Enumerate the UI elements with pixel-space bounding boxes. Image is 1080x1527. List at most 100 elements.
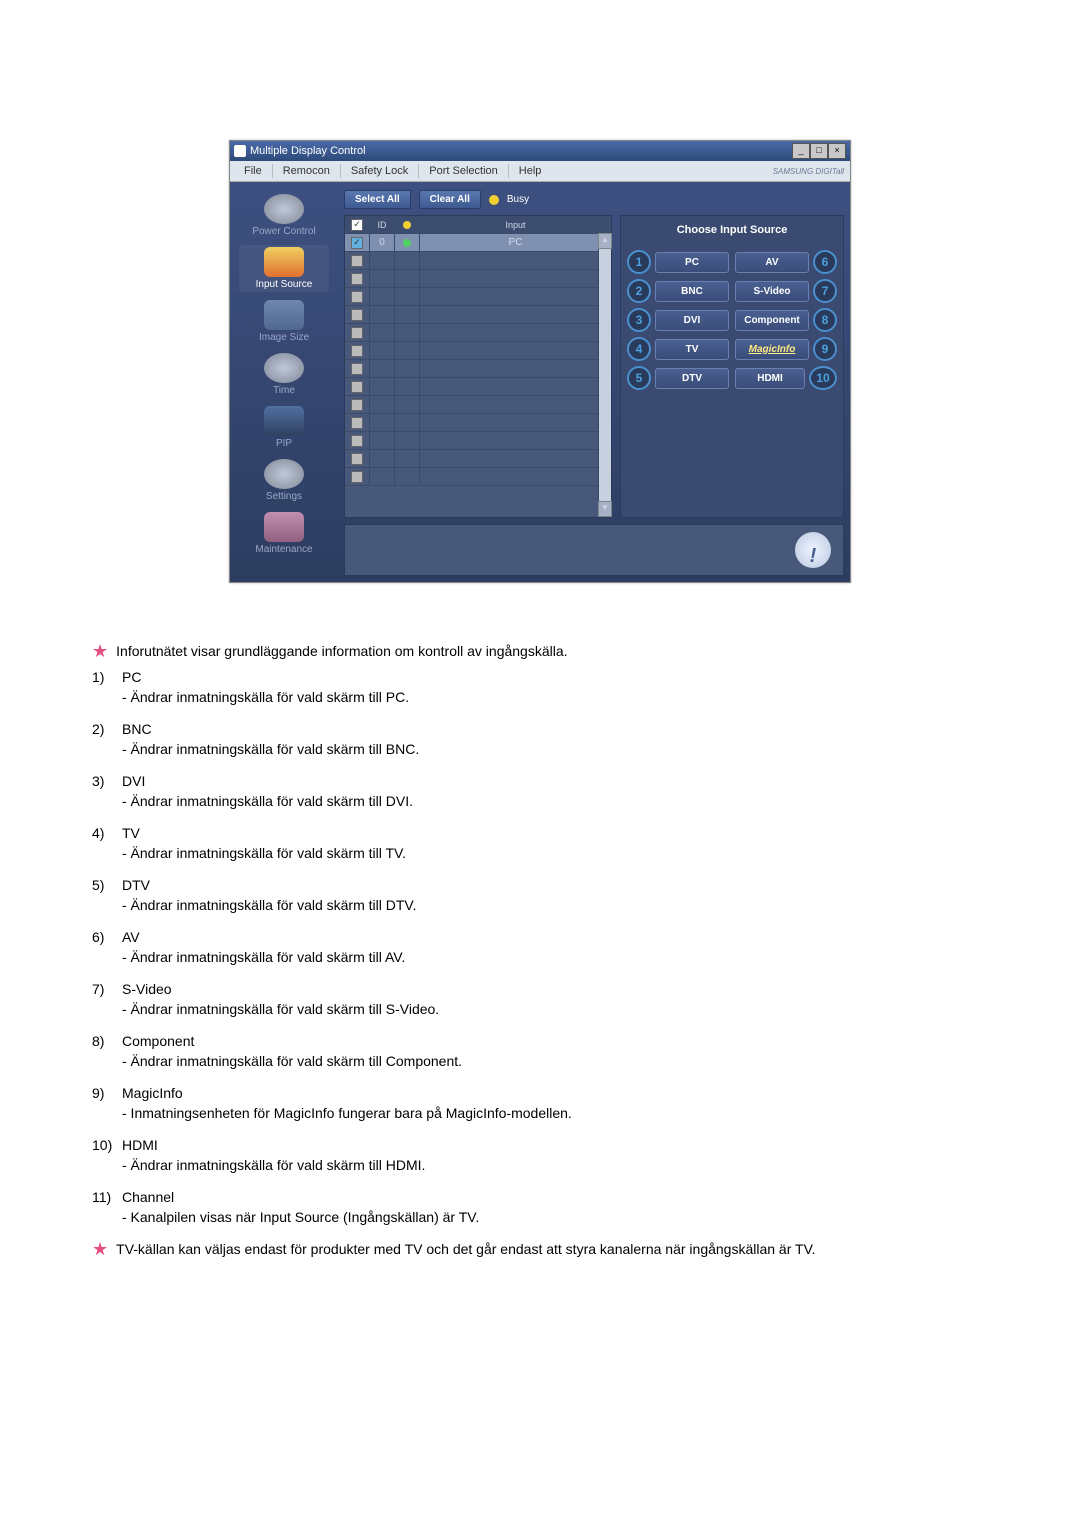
scroll-down-button[interactable]: ▼ [598,501,612,517]
grid-row-empty[interactable] [345,360,611,378]
grid-row-empty[interactable] [345,324,611,342]
grid-row-empty[interactable] [345,414,611,432]
item-body: PC- Ändrar inmatningskälla för vald skär… [122,669,994,705]
row-checkbox[interactable] [351,453,363,465]
row-input: PC [420,237,611,248]
row-checkbox[interactable] [351,417,363,429]
sidebar-item-image-size[interactable]: Image Size [239,298,329,345]
row-checkbox[interactable] [351,237,363,249]
note-footer-text: TV-källan kan väljas endast för produkte… [116,1241,994,1257]
list-item: 8)Component- Ändrar inmatningskälla för … [92,1033,994,1069]
note-intro-text: Inforutnätet visar grundläggande informa… [116,643,994,659]
menu-file[interactable]: File [234,163,272,179]
grid-scrollbar[interactable]: ▲ ▼ [598,233,611,517]
source-pc-button[interactable]: PC [655,252,729,273]
source-dtv-button[interactable]: DTV [655,368,729,389]
time-icon [264,353,304,383]
grid-row-empty[interactable] [345,432,611,450]
scroll-up-button[interactable]: ▲ [598,233,612,249]
maximize-button[interactable]: □ [810,143,828,159]
row-checkbox[interactable] [351,345,363,357]
description-block: ★ Inforutnätet visar grundläggande infor… [86,643,994,1257]
row-checkbox[interactable] [351,255,363,267]
item-body: HDMI- Ändrar inmatningskälla för vald sk… [122,1137,994,1173]
item-body: DTV- Ändrar inmatningskälla för vald skä… [122,877,994,913]
grid-row-empty[interactable] [345,396,611,414]
item-number: 8) [92,1033,122,1069]
sidebar-item-input-source[interactable]: Input Source [239,245,329,292]
menu-port-selection[interactable]: Port Selection [419,163,507,179]
row-checkbox[interactable] [351,309,363,321]
sidebar-label: PIP [276,438,292,449]
item-title: S-Video [122,981,994,997]
note-footer: ★ TV-källan kan väljas endast för produk… [92,1241,994,1257]
header-checkbox[interactable] [351,219,363,231]
input-source-panel: Choose Input Source 1PC 2BNC 3DVI 4TV 5D… [620,215,844,518]
grid-row-empty[interactable] [345,270,611,288]
item-body: MagicInfo- Inmatningsenheten för MagicIn… [122,1085,994,1121]
item-sub: - Ändrar inmatningskälla för vald skärm … [122,949,994,965]
item-number: 10) [92,1137,122,1173]
item-title: BNC [122,721,994,737]
menubar: File Remocon Safety Lock Port Selection … [230,161,850,182]
menu-help[interactable]: Help [509,163,552,179]
pip-icon [264,406,304,436]
source-av-button[interactable]: AV [735,252,809,273]
source-bnc-button[interactable]: BNC [655,281,729,302]
sidebar-item-time[interactable]: Time [239,351,329,398]
settings-icon [264,459,304,489]
sidebar-label: Settings [266,491,302,502]
row-checkbox[interactable] [351,363,363,375]
grid-row-empty[interactable] [345,378,611,396]
item-number: 1) [92,669,122,705]
row-checkbox[interactable] [351,291,363,303]
app-window: Multiple Display Control _ □ × File Remo… [229,140,851,583]
star-icon: ★ [92,643,108,659]
item-title: AV [122,929,994,945]
sidebar-label: Input Source [256,279,313,290]
source-tv-button[interactable]: TV [655,339,729,360]
row-checkbox[interactable] [351,327,363,339]
item-body: AV - Ändrar inmatningskälla för vald skär… [122,929,994,965]
source-component-button[interactable]: Component [735,310,809,331]
badge-8: 8 [813,308,837,332]
busy-label: Busy [507,194,529,205]
badge-3: 3 [627,308,651,332]
sidebar-item-maintenance[interactable]: Maintenance [239,510,329,557]
source-magicinfo-button[interactable]: MagicInfo [735,339,809,360]
source-dvi-button[interactable]: DVI [655,310,729,331]
sidebar-item-settings[interactable]: Settings [239,457,329,504]
sidebar-item-pip[interactable]: PIP [239,404,329,451]
grid-row-empty[interactable] [345,450,611,468]
select-all-button[interactable]: Select All [344,190,411,209]
row-checkbox[interactable] [351,381,363,393]
item-sub: - Ändrar inmatningskälla för vald skärm … [122,689,994,705]
grid-row-empty[interactable] [345,468,611,486]
item-number: 11) [92,1189,122,1225]
grid-row-empty[interactable] [345,342,611,360]
menu-safety-lock[interactable]: Safety Lock [341,163,418,179]
item-number: 2) [92,721,122,757]
row-checkbox[interactable] [351,435,363,447]
clear-all-button[interactable]: Clear All [419,190,481,209]
grid-row-empty[interactable] [345,252,611,270]
row-checkbox[interactable] [351,399,363,411]
source-svideo-button[interactable]: S-Video [735,281,809,302]
grid-row[interactable]: 0 PC [345,234,611,252]
note-intro: ★ Inforutnätet visar grundläggande infor… [92,643,994,659]
row-checkbox[interactable] [351,273,363,285]
item-body: TV- Ändrar inmatningskälla för vald skär… [122,825,994,861]
sidebar-label: Image Size [259,332,309,343]
source-hdmi-button[interactable]: HDMI [735,368,805,389]
busy-icon [489,195,499,205]
info-icon: ! [795,532,831,568]
item-sub: - Ändrar inmatningskälla för vald skärm … [122,741,994,757]
close-button[interactable]: × [828,143,846,159]
grid-row-empty[interactable] [345,306,611,324]
item-title: DTV [122,877,994,893]
minimize-button[interactable]: _ [792,143,810,159]
sidebar-item-power-control[interactable]: Power Control [239,192,329,239]
grid-row-empty[interactable] [345,288,611,306]
menu-remocon[interactable]: Remocon [273,163,340,179]
row-checkbox[interactable] [351,471,363,483]
